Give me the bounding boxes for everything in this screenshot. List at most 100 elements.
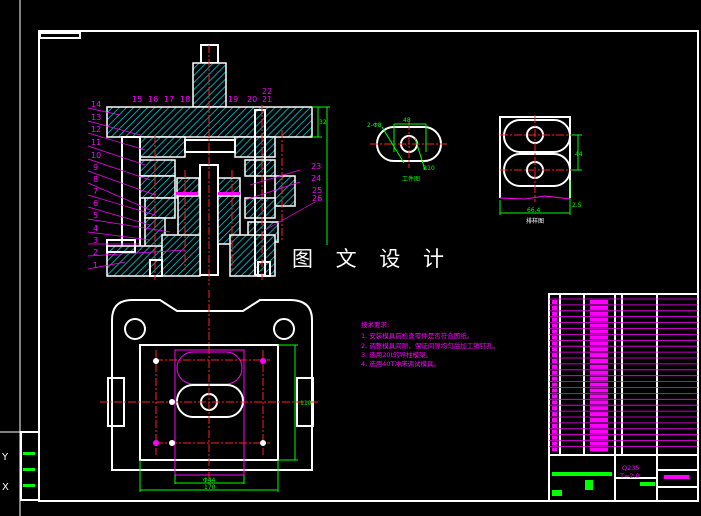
dimension-text: R10 [423, 165, 435, 172]
parts-list-cell [590, 335, 608, 340]
view-title: 工件图 [402, 175, 420, 183]
part-label: 16 [148, 95, 158, 104]
dimension-text: 2.5 [572, 202, 582, 209]
parts-list-cell [552, 329, 557, 334]
parts-list-cell [590, 359, 608, 363]
requirements-title: 技术要求: [361, 320, 389, 329]
parts-list-cell [552, 335, 557, 340]
dimension-text: Φ44 [203, 477, 216, 484]
technical-requirements: 技术要求: 1. 安装模具前检查零件是否符合图纸。 2. 调整模具间隙，保证间隙… [361, 320, 499, 368]
title-block: Q235 T=2.0 [548, 293, 699, 502]
part-label: 12 [91, 125, 101, 134]
parts-list-cell [590, 441, 608, 446]
parts-list-cell [552, 323, 557, 328]
parts-list-cell [552, 435, 557, 440]
material-text: Q235 [622, 464, 640, 472]
part-label: 13 [91, 113, 101, 122]
part-label: 24 [311, 174, 321, 183]
part-label: 7 [93, 187, 98, 196]
parts-list-cell [590, 412, 608, 417]
parts-list-cell [590, 376, 608, 381]
part-label: 8 [93, 175, 98, 184]
requirement-item: 1. 安装模具前检查零件是否符合图纸。 [361, 331, 473, 340]
parts-list-cell [552, 429, 557, 434]
parts-list-cell [590, 341, 608, 346]
part-label: 11 [91, 138, 101, 147]
thickness-text: T=2.0 [619, 472, 640, 480]
parts-list-cell [552, 382, 557, 387]
parts-list-cell [590, 423, 608, 428]
strip-layout-view: 66.4 44 2.5 排样图 [499, 115, 583, 225]
parts-list-cell [590, 447, 608, 452]
parts-list-cell [590, 364, 608, 369]
parts-list-cell [552, 317, 557, 322]
parts-list-cell [590, 429, 608, 434]
parts-list-cell [590, 400, 608, 405]
part-label: 22 [262, 87, 272, 96]
parts-list-cell [590, 394, 608, 399]
dimension-text: 2-Φ8 [367, 122, 382, 129]
parts-list-cell [552, 305, 557, 310]
parts-list-cell [590, 323, 608, 328]
parts-list-cell [552, 364, 557, 369]
parts-list-cell [552, 376, 557, 381]
svg-text:Y: Y [1, 452, 9, 463]
part-number-labels-right: 23 24 25 26 [311, 162, 322, 203]
part-label: 26 [312, 194, 322, 203]
parts-list-cell [590, 388, 608, 393]
parts-list-cell [590, 435, 608, 440]
parts-list-cell [590, 370, 608, 375]
part-label: 5 [93, 211, 98, 220]
parts-list-cell [552, 447, 557, 452]
dimension-text: 110 [300, 400, 312, 407]
parts-list-cell [552, 341, 557, 346]
parts-list-cell [552, 353, 557, 358]
parts-list-cell [590, 311, 608, 316]
part-label: 9 [93, 163, 98, 172]
dimension-text: 48 [403, 117, 411, 124]
parts-list-cell [552, 406, 557, 411]
dimension-text: 66.4 [527, 207, 541, 214]
part-label: 23 [311, 162, 321, 171]
plan-view: Φ44 170 110 [100, 290, 320, 492]
part-label: 17 [164, 95, 174, 104]
parts-list-cell [552, 370, 557, 375]
cad-drawing: Y X 32 14 13 12 11 10 9 8 7 6 5 4 3 2 1 … [0, 0, 699, 516]
part-label: 10 [91, 151, 101, 160]
parts-list-cell [552, 400, 557, 405]
parts-list-cell [590, 406, 608, 411]
parts-list-cell [590, 418, 608, 422]
svg-text:X: X [2, 482, 9, 493]
parts-list-cell [552, 359, 557, 363]
dimension-text: 170 [204, 484, 216, 491]
parts-list-cell [590, 305, 608, 310]
part-label: 1 [93, 261, 98, 270]
parts-list-cell [552, 394, 557, 399]
parts-list-cell [590, 317, 608, 322]
parts-list-cell [552, 423, 557, 428]
part-label: 4 [93, 224, 98, 233]
parts-list-cell [590, 347, 608, 352]
parts-list-cell [552, 300, 557, 304]
part-label: 14 [91, 100, 101, 109]
parts-list-cell [552, 412, 557, 417]
watermark: 图 文 设 计 [292, 247, 452, 271]
parts-list-cell [552, 441, 557, 446]
parts-list-cell [590, 300, 608, 304]
parts-list-cell [552, 418, 557, 422]
height-dimension: 32 [319, 119, 327, 126]
requirement-item: 3. 选用20t的导柱模架。 [361, 350, 432, 359]
part-label: 19 [228, 95, 238, 104]
parts-list-cell [590, 329, 608, 334]
part-label: 18 [180, 95, 190, 104]
dimension-text: 44 [575, 151, 583, 158]
parts-list-cell [552, 347, 557, 352]
parts-list-cell [552, 388, 557, 393]
parts-list-cell [590, 382, 608, 387]
parts-list-cell [552, 311, 557, 316]
part-label: 15 [132, 95, 142, 104]
parts-list-cell [590, 353, 608, 358]
ucs-icon: Y X [1, 431, 40, 501]
workpiece-view: 48 2-Φ8 R10 工件图 [367, 117, 447, 183]
part-label: 21 [262, 95, 272, 104]
